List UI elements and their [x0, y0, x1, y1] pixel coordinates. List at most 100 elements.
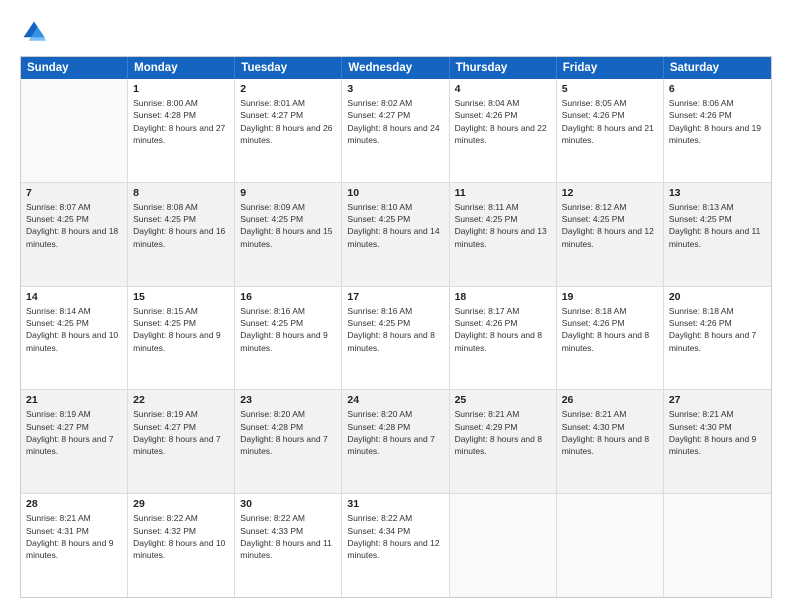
cell-info: Sunrise: 8:21 AMSunset: 4:31 PMDaylight:…: [26, 512, 122, 561]
calendar-row-1: 1 Sunrise: 8:00 AMSunset: 4:28 PMDaylight…: [21, 79, 771, 182]
header-day-saturday: Saturday: [664, 57, 771, 79]
day-cell-26: 26 Sunrise: 8:21 AMSunset: 4:30 PMDayligh…: [557, 390, 664, 493]
day-number: 3: [347, 83, 443, 95]
cell-info: Sunrise: 8:22 AMSunset: 4:34 PMDaylight:…: [347, 512, 443, 561]
header-day-tuesday: Tuesday: [235, 57, 342, 79]
day-number: 28: [26, 498, 122, 510]
day-number: 4: [455, 83, 551, 95]
header: [20, 18, 772, 46]
header-day-wednesday: Wednesday: [342, 57, 449, 79]
cell-info: Sunrise: 8:20 AMSunset: 4:28 PMDaylight:…: [240, 408, 336, 457]
cell-info: Sunrise: 8:21 AMSunset: 4:30 PMDaylight:…: [669, 408, 766, 457]
day-cell-11: 11 Sunrise: 8:11 AMSunset: 4:25 PMDayligh…: [450, 183, 557, 286]
day-cell-23: 23 Sunrise: 8:20 AMSunset: 4:28 PMDayligh…: [235, 390, 342, 493]
cell-info: Sunrise: 8:22 AMSunset: 4:33 PMDaylight:…: [240, 512, 336, 561]
cell-info: Sunrise: 8:22 AMSunset: 4:32 PMDaylight:…: [133, 512, 229, 561]
day-cell-7: 7Sunrise: 8:07 AMSunset: 4:25 PMDaylight…: [21, 183, 128, 286]
day-cell-4: 4 Sunrise: 8:04 AMSunset: 4:26 PMDaylight…: [450, 79, 557, 182]
day-number: 11: [455, 187, 551, 199]
empty-cell: [450, 494, 557, 597]
day-number: 14: [26, 291, 122, 303]
day-number: 25: [455, 394, 551, 406]
empty-cell: [21, 79, 128, 182]
day-cell-17: 17 Sunrise: 8:16 AMSunset: 4:25 PMDayligh…: [342, 287, 449, 390]
calendar-row-5: 28 Sunrise: 8:21 AMSunset: 4:31 PMDayligh…: [21, 493, 771, 597]
cell-info: Sunrise: 8:18 AMSunset: 4:26 PMDaylight:…: [669, 305, 766, 354]
calendar-row-3: 14Sunrise: 8:14 AMSunset: 4:25 PMDayligh…: [21, 286, 771, 390]
day-number: 22: [133, 394, 229, 406]
day-cell-29: 29Sunrise: 8:22 AMSunset: 4:32 PMDayligh…: [128, 494, 235, 597]
cell-info: Sunrise: 8:02 AMSunset: 4:27 PMDaylight:…: [347, 97, 443, 146]
day-cell-8: 8 Sunrise: 8:08 AMSunset: 4:25 PMDaylight…: [128, 183, 235, 286]
cell-info: Sunrise: 8:08 AMSunset: 4:25 PMDaylight:…: [133, 201, 229, 250]
day-cell-21: 21 Sunrise: 8:19 AMSunset: 4:27 PMDayligh…: [21, 390, 128, 493]
day-number: 26: [562, 394, 658, 406]
day-number: 13: [669, 187, 766, 199]
day-cell-9: 9Sunrise: 8:09 AMSunset: 4:25 PMDaylight…: [235, 183, 342, 286]
day-number: 12: [562, 187, 658, 199]
day-number: 23: [240, 394, 336, 406]
day-number: 17: [347, 291, 443, 303]
day-number: 20: [669, 291, 766, 303]
day-cell-18: 18Sunrise: 8:17 AMSunset: 4:26 PMDayligh…: [450, 287, 557, 390]
day-number: 6: [669, 83, 766, 95]
cell-info: Sunrise: 8:11 AMSunset: 4:25 PMDaylight:…: [455, 201, 551, 250]
day-number: 2: [240, 83, 336, 95]
header-day-friday: Friday: [557, 57, 664, 79]
calendar-row-2: 7Sunrise: 8:07 AMSunset: 4:25 PMDaylight…: [21, 182, 771, 286]
cell-info: Sunrise: 8:07 AMSunset: 4:25 PMDaylight:…: [26, 201, 122, 250]
day-cell-20: 20 Sunrise: 8:18 AMSunset: 4:26 PMDayligh…: [664, 287, 771, 390]
day-number: 16: [240, 291, 336, 303]
day-cell-2: 2 Sunrise: 8:01 AMSunset: 4:27 PMDaylight…: [235, 79, 342, 182]
day-cell-15: 15Sunrise: 8:15 AMSunset: 4:25 PMDayligh…: [128, 287, 235, 390]
logo: [20, 18, 52, 46]
cell-info: Sunrise: 8:16 AMSunset: 4:25 PMDaylight:…: [240, 305, 336, 354]
cell-info: Sunrise: 8:21 AMSunset: 4:29 PMDaylight:…: [455, 408, 551, 457]
day-cell-24: 24 Sunrise: 8:20 AMSunset: 4:28 PMDayligh…: [342, 390, 449, 493]
day-number: 30: [240, 498, 336, 510]
cell-info: Sunrise: 8:01 AMSunset: 4:27 PMDaylight:…: [240, 97, 336, 146]
day-number: 21: [26, 394, 122, 406]
day-cell-27: 27 Sunrise: 8:21 AMSunset: 4:30 PMDayligh…: [664, 390, 771, 493]
cell-info: Sunrise: 8:09 AMSunset: 4:25 PMDaylight:…: [240, 201, 336, 250]
cell-info: Sunrise: 8:19 AMSunset: 4:27 PMDaylight:…: [133, 408, 229, 457]
cell-info: Sunrise: 8:17 AMSunset: 4:26 PMDaylight:…: [455, 305, 551, 354]
empty-cell: [557, 494, 664, 597]
cell-info: Sunrise: 8:10 AMSunset: 4:25 PMDaylight:…: [347, 201, 443, 250]
day-cell-5: 5 Sunrise: 8:05 AMSunset: 4:26 PMDaylight…: [557, 79, 664, 182]
cell-info: Sunrise: 8:20 AMSunset: 4:28 PMDaylight:…: [347, 408, 443, 457]
day-cell-19: 19 Sunrise: 8:18 AMSunset: 4:26 PMDayligh…: [557, 287, 664, 390]
day-cell-14: 14Sunrise: 8:14 AMSunset: 4:25 PMDayligh…: [21, 287, 128, 390]
day-number: 8: [133, 187, 229, 199]
day-cell-6: 6 Sunrise: 8:06 AMSunset: 4:26 PMDaylight…: [664, 79, 771, 182]
logo-icon: [20, 18, 48, 46]
cell-info: Sunrise: 8:12 AMSunset: 4:25 PMDaylight:…: [562, 201, 658, 250]
day-number: 1: [133, 83, 229, 95]
cell-info: Sunrise: 8:04 AMSunset: 4:26 PMDaylight:…: [455, 97, 551, 146]
cell-info: Sunrise: 8:21 AMSunset: 4:30 PMDaylight:…: [562, 408, 658, 457]
cell-info: Sunrise: 8:05 AMSunset: 4:26 PMDaylight:…: [562, 97, 658, 146]
cell-info: Sunrise: 8:18 AMSunset: 4:26 PMDaylight:…: [562, 305, 658, 354]
cell-info: Sunrise: 8:19 AMSunset: 4:27 PMDaylight:…: [26, 408, 122, 457]
cell-info: Sunrise: 8:06 AMSunset: 4:26 PMDaylight:…: [669, 97, 766, 146]
cell-info: Sunrise: 8:16 AMSunset: 4:25 PMDaylight:…: [347, 305, 443, 354]
day-cell-25: 25 Sunrise: 8:21 AMSunset: 4:29 PMDayligh…: [450, 390, 557, 493]
cell-info: Sunrise: 8:00 AMSunset: 4:28 PMDaylight:…: [133, 97, 229, 146]
calendar-body: 1 Sunrise: 8:00 AMSunset: 4:28 PMDaylight…: [21, 79, 771, 597]
day-cell-30: 30 Sunrise: 8:22 AMSunset: 4:33 PMDayligh…: [235, 494, 342, 597]
day-cell-16: 16 Sunrise: 8:16 AMSunset: 4:25 PMDayligh…: [235, 287, 342, 390]
day-number: 24: [347, 394, 443, 406]
day-cell-28: 28 Sunrise: 8:21 AMSunset: 4:31 PMDayligh…: [21, 494, 128, 597]
header-day-monday: Monday: [128, 57, 235, 79]
header-day-sunday: Sunday: [21, 57, 128, 79]
calendar: SundayMondayTuesdayWednesdayThursdayFrid…: [20, 56, 772, 598]
day-number: 19: [562, 291, 658, 303]
calendar-row-4: 21 Sunrise: 8:19 AMSunset: 4:27 PMDayligh…: [21, 389, 771, 493]
day-cell-22: 22 Sunrise: 8:19 AMSunset: 4:27 PMDayligh…: [128, 390, 235, 493]
day-cell-10: 10Sunrise: 8:10 AMSunset: 4:25 PMDayligh…: [342, 183, 449, 286]
day-number: 5: [562, 83, 658, 95]
day-number: 27: [669, 394, 766, 406]
page: SundayMondayTuesdayWednesdayThursdayFrid…: [0, 0, 792, 612]
calendar-header: SundayMondayTuesdayWednesdayThursdayFrid…: [21, 57, 771, 79]
day-cell-1: 1 Sunrise: 8:00 AMSunset: 4:28 PMDaylight…: [128, 79, 235, 182]
